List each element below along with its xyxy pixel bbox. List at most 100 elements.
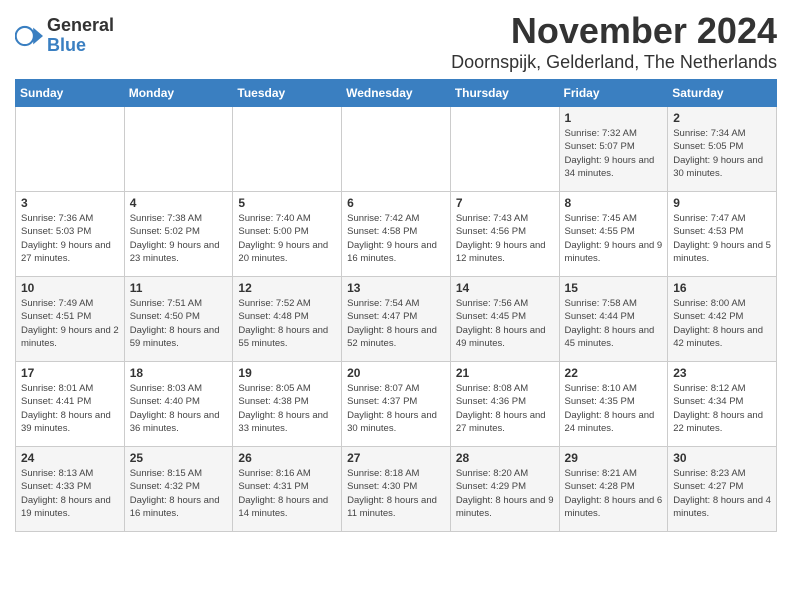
day-number: 1 bbox=[565, 111, 663, 125]
day-info: Sunrise: 7:42 AM Sunset: 4:58 PM Dayligh… bbox=[347, 212, 445, 265]
day-info: Sunrise: 8:18 AM Sunset: 4:30 PM Dayligh… bbox=[347, 467, 445, 520]
day-cell: 24 Sunrise: 8:13 AM Sunset: 4:33 PM Dayli… bbox=[16, 447, 125, 532]
month-title: November 2024 bbox=[451, 10, 777, 52]
week-row-5: 24 Sunrise: 8:13 AM Sunset: 4:33 PM Dayli… bbox=[16, 447, 777, 532]
column-header-wednesday: Wednesday bbox=[342, 80, 451, 107]
logo: General Blue bbox=[15, 16, 114, 56]
day-info: Sunrise: 8:01 AM Sunset: 4:41 PM Dayligh… bbox=[21, 382, 119, 435]
column-header-saturday: Saturday bbox=[668, 80, 777, 107]
day-number: 21 bbox=[456, 366, 554, 380]
day-info: Sunrise: 7:40 AM Sunset: 5:00 PM Dayligh… bbox=[238, 212, 336, 265]
day-cell: 14 Sunrise: 7:56 AM Sunset: 4:45 PM Dayli… bbox=[450, 277, 559, 362]
page-header: General Blue November 2024 Doornspijk, G… bbox=[15, 10, 777, 73]
day-cell: 30Sunrise: 8:23 AM Sunset: 4:27 PM Dayli… bbox=[668, 447, 777, 532]
day-info: Sunrise: 7:45 AM Sunset: 4:55 PM Dayligh… bbox=[565, 212, 663, 265]
day-info: Sunrise: 8:21 AM Sunset: 4:28 PM Dayligh… bbox=[565, 467, 663, 520]
day-cell: 29 Sunrise: 8:21 AM Sunset: 4:28 PM Dayli… bbox=[559, 447, 668, 532]
day-cell: 23Sunrise: 8:12 AM Sunset: 4:34 PM Dayli… bbox=[668, 362, 777, 447]
day-cell: 26 Sunrise: 8:16 AM Sunset: 4:31 PM Dayli… bbox=[233, 447, 342, 532]
day-number: 22 bbox=[565, 366, 663, 380]
day-number: 4 bbox=[130, 196, 228, 210]
day-number: 23 bbox=[673, 366, 771, 380]
day-info: Sunrise: 8:00 AM Sunset: 4:42 PM Dayligh… bbox=[673, 297, 771, 350]
day-number: 20 bbox=[347, 366, 445, 380]
day-cell: 18Sunrise: 8:03 AM Sunset: 4:40 PM Dayli… bbox=[124, 362, 233, 447]
day-cell: 6 Sunrise: 7:42 AM Sunset: 4:58 PM Daylig… bbox=[342, 192, 451, 277]
day-number: 8 bbox=[565, 196, 663, 210]
day-info: Sunrise: 7:56 AM Sunset: 4:45 PM Dayligh… bbox=[456, 297, 554, 350]
day-cell: 2 Sunrise: 7:34 AM Sunset: 5:05 PM Daylig… bbox=[668, 107, 777, 192]
location-title: Doornspijk, Gelderland, The Netherlands bbox=[451, 52, 777, 73]
day-number: 9 bbox=[673, 196, 771, 210]
column-header-friday: Friday bbox=[559, 80, 668, 107]
day-cell: 25 Sunrise: 8:15 AM Sunset: 4:32 PM Dayli… bbox=[124, 447, 233, 532]
day-info: Sunrise: 8:13 AM Sunset: 4:33 PM Dayligh… bbox=[21, 467, 119, 520]
day-info: Sunrise: 8:07 AM Sunset: 4:37 PM Dayligh… bbox=[347, 382, 445, 435]
day-cell: 19 Sunrise: 8:05 AM Sunset: 4:38 PM Dayli… bbox=[233, 362, 342, 447]
week-row-1: 1 Sunrise: 7:32 AM Sunset: 5:07 PM Daylig… bbox=[16, 107, 777, 192]
day-cell: 11 Sunrise: 7:51 AM Sunset: 4:50 PM Dayli… bbox=[124, 277, 233, 362]
day-cell: 12 Sunrise: 7:52 AM Sunset: 4:48 PM Dayli… bbox=[233, 277, 342, 362]
day-number: 16 bbox=[673, 281, 771, 295]
day-number: 12 bbox=[238, 281, 336, 295]
column-header-thursday: Thursday bbox=[450, 80, 559, 107]
day-info: Sunrise: 7:52 AM Sunset: 4:48 PM Dayligh… bbox=[238, 297, 336, 350]
day-number: 10 bbox=[21, 281, 119, 295]
day-info: Sunrise: 7:49 AM Sunset: 4:51 PM Dayligh… bbox=[21, 297, 119, 350]
day-number: 17 bbox=[21, 366, 119, 380]
day-info: Sunrise: 8:16 AM Sunset: 4:31 PM Dayligh… bbox=[238, 467, 336, 520]
day-number: 18 bbox=[130, 366, 228, 380]
day-cell: 3Sunrise: 7:36 AM Sunset: 5:03 PM Daylig… bbox=[16, 192, 125, 277]
day-number: 28 bbox=[456, 451, 554, 465]
week-row-3: 10 Sunrise: 7:49 AM Sunset: 4:51 PM Dayli… bbox=[16, 277, 777, 362]
day-number: 6 bbox=[347, 196, 445, 210]
day-info: Sunrise: 7:47 AM Sunset: 4:53 PM Dayligh… bbox=[673, 212, 771, 265]
day-cell bbox=[124, 107, 233, 192]
day-number: 27 bbox=[347, 451, 445, 465]
day-cell: 20 Sunrise: 8:07 AM Sunset: 4:37 PM Dayli… bbox=[342, 362, 451, 447]
day-number: 30 bbox=[673, 451, 771, 465]
day-info: Sunrise: 8:20 AM Sunset: 4:29 PM Dayligh… bbox=[456, 467, 554, 520]
day-number: 14 bbox=[456, 281, 554, 295]
calendar-body: 1 Sunrise: 7:32 AM Sunset: 5:07 PM Daylig… bbox=[16, 107, 777, 532]
day-number: 26 bbox=[238, 451, 336, 465]
day-info: Sunrise: 7:34 AM Sunset: 5:05 PM Dayligh… bbox=[673, 127, 771, 180]
day-number: 29 bbox=[565, 451, 663, 465]
day-info: Sunrise: 8:05 AM Sunset: 4:38 PM Dayligh… bbox=[238, 382, 336, 435]
day-info: Sunrise: 7:58 AM Sunset: 4:44 PM Dayligh… bbox=[565, 297, 663, 350]
day-number: 25 bbox=[130, 451, 228, 465]
day-cell bbox=[450, 107, 559, 192]
day-info: Sunrise: 8:08 AM Sunset: 4:36 PM Dayligh… bbox=[456, 382, 554, 435]
day-number: 3 bbox=[21, 196, 119, 210]
calendar-table: SundayMondayTuesdayWednesdayThursdayFrid… bbox=[15, 79, 777, 532]
day-cell: 27 Sunrise: 8:18 AM Sunset: 4:30 PM Dayli… bbox=[342, 447, 451, 532]
day-info: Sunrise: 8:10 AM Sunset: 4:35 PM Dayligh… bbox=[565, 382, 663, 435]
day-cell: 21 Sunrise: 8:08 AM Sunset: 4:36 PM Dayli… bbox=[450, 362, 559, 447]
day-cell: 22 Sunrise: 8:10 AM Sunset: 4:35 PM Dayli… bbox=[559, 362, 668, 447]
day-number: 2 bbox=[673, 111, 771, 125]
day-info: Sunrise: 8:15 AM Sunset: 4:32 PM Dayligh… bbox=[130, 467, 228, 520]
day-info: Sunrise: 7:51 AM Sunset: 4:50 PM Dayligh… bbox=[130, 297, 228, 350]
day-cell: 9 Sunrise: 7:47 AM Sunset: 4:53 PM Daylig… bbox=[668, 192, 777, 277]
day-cell: 10 Sunrise: 7:49 AM Sunset: 4:51 PM Dayli… bbox=[16, 277, 125, 362]
day-info: Sunrise: 7:32 AM Sunset: 5:07 PM Dayligh… bbox=[565, 127, 663, 180]
week-row-4: 17 Sunrise: 8:01 AM Sunset: 4:41 PM Dayli… bbox=[16, 362, 777, 447]
day-info: Sunrise: 7:43 AM Sunset: 4:56 PM Dayligh… bbox=[456, 212, 554, 265]
day-number: 11 bbox=[130, 281, 228, 295]
column-header-sunday: Sunday bbox=[16, 80, 125, 107]
column-header-tuesday: Tuesday bbox=[233, 80, 342, 107]
day-number: 19 bbox=[238, 366, 336, 380]
day-cell: 15 Sunrise: 7:58 AM Sunset: 4:44 PM Dayli… bbox=[559, 277, 668, 362]
day-number: 24 bbox=[21, 451, 119, 465]
day-number: 5 bbox=[238, 196, 336, 210]
day-number: 7 bbox=[456, 196, 554, 210]
day-cell: 8 Sunrise: 7:45 AM Sunset: 4:55 PM Daylig… bbox=[559, 192, 668, 277]
day-cell: 4Sunrise: 7:38 AM Sunset: 5:02 PM Daylig… bbox=[124, 192, 233, 277]
logo-general-text: General bbox=[47, 16, 114, 36]
day-cell: 13Sunrise: 7:54 AM Sunset: 4:47 PM Dayli… bbox=[342, 277, 451, 362]
day-cell: 16 Sunrise: 8:00 AM Sunset: 4:42 PM Dayli… bbox=[668, 277, 777, 362]
week-row-2: 3Sunrise: 7:36 AM Sunset: 5:03 PM Daylig… bbox=[16, 192, 777, 277]
day-number: 15 bbox=[565, 281, 663, 295]
calendar-header-row: SundayMondayTuesdayWednesdayThursdayFrid… bbox=[16, 80, 777, 107]
day-info: Sunrise: 7:54 AM Sunset: 4:47 PM Dayligh… bbox=[347, 297, 445, 350]
